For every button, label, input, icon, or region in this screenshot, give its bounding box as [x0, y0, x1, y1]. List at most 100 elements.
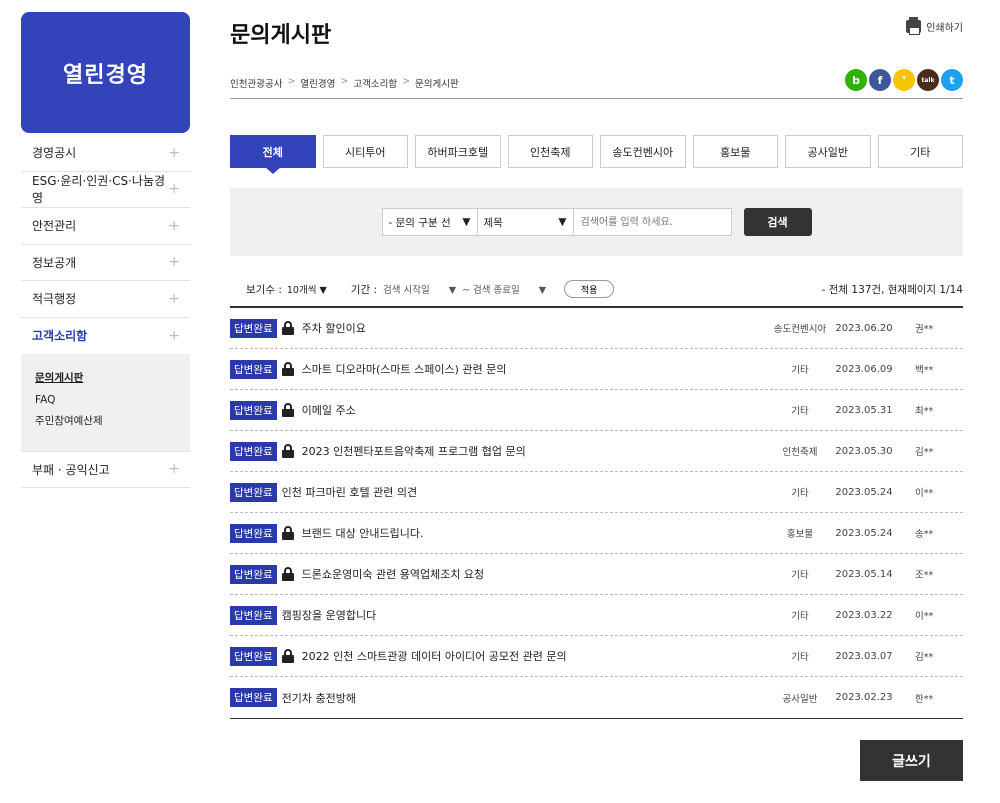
apply-button[interactable]: 적용: [564, 280, 615, 298]
kakaostory-icon[interactable]: ❜: [893, 69, 915, 91]
post-title[interactable]: 2022 인천 스마트관광 데이터 아이디어 공모전 관련 문의: [302, 648, 567, 664]
print-button[interactable]: 인쇄하기: [906, 17, 963, 35]
filter-row: 보기수 : 10개씩 ▼ 기간 : 검색 시작일 ▼ ~ 검색 종료일 ▼ 적용…: [230, 279, 963, 299]
sidebar: 열린경영 경영공시 + ESG·윤리·인권·CS·나눔경영 + 안전관리 + 정…: [21, 12, 190, 488]
post-date: 2023.06.09: [835, 363, 893, 375]
post-writer: 송**: [915, 529, 934, 540]
plus-icon: +: [168, 181, 180, 198]
plus-icon: +: [168, 290, 180, 307]
post-title[interactable]: 캠핑장을 운영합니다: [282, 607, 377, 623]
post-title[interactable]: 전기차 충전방해: [282, 690, 356, 706]
search-button[interactable]: 검색: [743, 208, 812, 236]
tab-city-tour[interactable]: 시티투어: [322, 135, 408, 168]
sidebar-item-label: 정보공개: [32, 255, 77, 270]
start-date-input[interactable]: 검색 시작일 ▼: [383, 282, 456, 296]
dropdown-arrow-icon: ▼: [538, 285, 547, 296]
band-icon[interactable]: b: [845, 69, 867, 91]
breadcrumb-separator: >: [340, 76, 349, 87]
status-badge: 답변완료: [230, 646, 277, 666]
sidebar-item-report[interactable]: 부패 · 공익신고 +: [21, 452, 190, 488]
table-row[interactable]: 답변완료 드론쇼운영미숙 관련 용역업체조치 요청 기타 2023.05.14 …: [230, 554, 963, 595]
twitter-icon[interactable]: t: [941, 69, 963, 91]
post-title[interactable]: 인천 파크마린 호텔 관련 의견: [282, 484, 417, 500]
post-title[interactable]: 브랜드 대상 안내드립니다.: [302, 525, 424, 541]
social-share: b f ❜ talk t: [845, 69, 963, 91]
status-badge: 답변완료: [230, 359, 277, 379]
sidebar-item-esg[interactable]: ESG·윤리·인권·CS·나눔경영 +: [21, 172, 190, 208]
submenu-item-faq[interactable]: FAQ: [35, 390, 176, 412]
status-badge: 답변완료: [230, 441, 277, 461]
status-badge: 답변완료: [230, 400, 277, 420]
sidebar-submenu: 문의게시판 FAQ 주민참여예산제: [21, 354, 190, 452]
post-date: 2023.05.30: [835, 445, 893, 457]
tab-all[interactable]: 전체: [230, 135, 316, 174]
breadcrumb-separator: >: [287, 76, 296, 87]
submenu-item-budget[interactable]: 주민참여예산제: [35, 411, 176, 433]
status-badge: 답변완료: [230, 318, 277, 338]
search-input[interactable]: [573, 208, 732, 236]
sidebar-item-disclosure[interactable]: 경영공시 +: [21, 135, 190, 172]
status-badge: 답변완료: [230, 482, 277, 502]
breadcrumb-item[interactable]: 인천관광공사: [230, 76, 282, 90]
end-date-input[interactable]: ~ 검색 종료일 ▼: [462, 282, 546, 296]
lock-icon: [281, 321, 294, 335]
sidebar-menu: 경영공시 + ESG·윤리·인권·CS·나눔경영 + 안전관리 + 정보공개 +…: [21, 135, 190, 488]
sidebar-item-customer-voice[interactable]: 고객소리함 +: [21, 318, 190, 355]
breadcrumb-item: 문의게시판: [415, 79, 459, 90]
tab-other[interactable]: 기타: [877, 135, 963, 168]
lock-icon: [281, 403, 294, 417]
table-row[interactable]: 답변완료 이메일 주소 기타 2023.05.31 최**: [230, 390, 963, 431]
post-writer: 조**: [915, 570, 934, 581]
post-date: 2023.06.20: [835, 322, 893, 334]
table-row[interactable]: 답변완료 2022 인천 스마트관광 데이터 아이디어 공모전 관련 문의 기타…: [230, 636, 963, 677]
tab-harbor-park-hotel[interactable]: 하버파크호텔: [415, 135, 501, 168]
table-row[interactable]: 답변완료 스마트 디오라마(스마트 스페이스) 관련 문의 기타 2023.06…: [230, 349, 963, 390]
dropdown-arrow-icon: ▼: [462, 216, 471, 228]
sidebar-item-safety[interactable]: 안전관리 +: [21, 208, 190, 245]
sidebar-item-proactive[interactable]: 적극행정 +: [21, 281, 190, 318]
table-row[interactable]: 답변완료 전기차 충전방해 공사일반 2023.02.23 한**: [230, 677, 963, 718]
view-count-select[interactable]: 10개씩 ▼: [287, 282, 327, 296]
breadcrumb-item[interactable]: 고객소리함: [353, 76, 397, 90]
post-title[interactable]: 2023 인천펜타포트음악축제 프로그램 협업 문의: [302, 443, 526, 459]
tab-incheon-festival[interactable]: 인천축제: [507, 135, 593, 168]
table-row[interactable]: 답변완료 브랜드 대상 안내드립니다. 홍보물 2023.05.24 송**: [230, 513, 963, 554]
dropdown-arrow-icon: ▼: [558, 216, 567, 228]
breadcrumb-item[interactable]: 열린경영: [300, 76, 335, 90]
view-count-value: 10개씩: [286, 285, 317, 296]
submenu-item-inquiry[interactable]: 문의게시판: [35, 368, 176, 390]
post-date: 2023.02.23: [835, 692, 893, 703]
print-label: 인쇄하기: [926, 23, 963, 34]
status-badge: 답변완료: [230, 564, 277, 584]
post-title[interactable]: 드론쇼운영미숙 관련 용역업체조치 요청: [302, 566, 485, 582]
post-writer: 김**: [915, 447, 934, 458]
lock-icon: [281, 444, 294, 458]
table-row[interactable]: 답변완료 2023 인천펜타포트음악축제 프로그램 협업 문의 인천축제 202…: [230, 431, 963, 472]
post-date: 2023.05.14: [835, 568, 893, 580]
facebook-icon[interactable]: f: [869, 69, 891, 91]
header-divider: [230, 98, 963, 99]
post-title[interactable]: 스마트 디오라마(스마트 스페이스) 관련 문의: [302, 361, 507, 377]
period-label: 기간 :: [350, 283, 377, 296]
sidebar-item-info[interactable]: 정보공개 +: [21, 245, 190, 281]
breadcrumb: 인천관광공사 > 열린경영 > 고객소리함 > 문의게시판: [230, 76, 459, 90]
tab-promotion[interactable]: 홍보물: [692, 135, 778, 168]
kakaotalk-icon[interactable]: talk: [917, 69, 939, 91]
post-date: 2023.05.24: [835, 527, 893, 539]
category-select[interactable]: - 문의 구분 선 ▼: [381, 208, 478, 236]
write-button[interactable]: 글쓰기: [860, 740, 963, 781]
plus-icon: +: [168, 327, 180, 344]
sidebar-title: 열린경영: [21, 12, 190, 133]
tab-general[interactable]: 공사일반: [785, 135, 871, 168]
table-row[interactable]: 답변완료 캠핑장을 운영합니다 기타 2023.03.22 이**: [230, 595, 963, 636]
sidebar-item-label: 고객소리함: [32, 329, 88, 344]
post-date: 2023.05.24: [835, 486, 893, 498]
table-row[interactable]: 답변완료 인천 파크마린 호텔 관련 의견 기타 2023.05.24 이**: [230, 472, 963, 513]
status-badge: 답변완료: [230, 523, 277, 543]
field-select[interactable]: 제목 ▼: [477, 208, 574, 236]
post-title[interactable]: 이메일 주소: [302, 402, 356, 418]
table-row[interactable]: 답변완료 주차 할인이요 송도컨벤시아 2023.06.20 권**: [230, 308, 963, 349]
post-title[interactable]: 주차 할인이요: [302, 320, 366, 336]
tab-songdo-convensia[interactable]: 송도컨벤시아: [600, 135, 686, 168]
sidebar-item-label: 적극행정: [32, 292, 77, 307]
